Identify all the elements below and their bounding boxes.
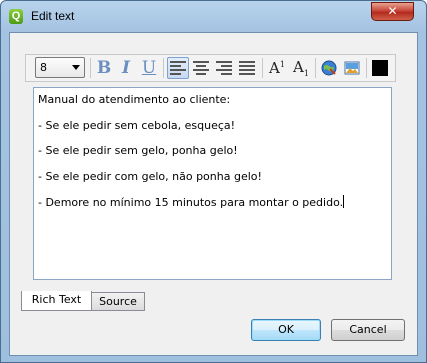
align-right-button[interactable] <box>213 57 235 79</box>
toolbar-separator <box>315 58 316 78</box>
insert-image-button[interactable] <box>341 57 363 79</box>
font-size-value: 8 <box>40 61 47 74</box>
insert-link-button[interactable] <box>318 57 340 79</box>
editor-line: Manual do atendimento ao cliente: <box>38 93 231 106</box>
bold-icon: B <box>96 58 112 78</box>
toolbar-separator <box>163 58 164 78</box>
italic-button[interactable]: I <box>115 57 137 79</box>
superscript-button[interactable]: A1 <box>266 57 288 79</box>
text-color-button[interactable] <box>369 57 391 79</box>
editor-line: - Se ele pedir sem cebola, esqueça! <box>38 119 236 132</box>
subscript-button[interactable]: A1 <box>290 57 312 79</box>
align-left-icon <box>170 61 186 75</box>
italic-icon: I <box>122 58 130 78</box>
text-caret <box>343 195 345 208</box>
image-icon <box>344 61 360 75</box>
toolbar-separator <box>366 58 367 78</box>
toolbar-separator <box>262 58 263 78</box>
justify-icon <box>239 61 255 75</box>
subscript-icon: A1 <box>293 58 309 78</box>
justify-button[interactable] <box>236 57 258 79</box>
app-logo-icon: Q <box>9 9 23 24</box>
title-bar[interactable]: Q Edit text ✕ <box>1 1 426 31</box>
close-icon: ✕ <box>387 4 398 18</box>
tab-rich-text[interactable]: Rich Text <box>21 291 92 311</box>
cancel-button[interactable]: Cancel <box>331 319 405 341</box>
globe-link-icon <box>321 60 337 76</box>
align-right-icon <box>216 61 232 75</box>
color-swatch <box>372 60 388 76</box>
close-button[interactable]: ✕ <box>371 2 414 21</box>
editor-line-with-caret: - Demore no mínimo 15 minutos para monta… <box>38 195 345 209</box>
window-title: Edit text <box>31 9 75 23</box>
superscript-icon: A1 <box>269 59 285 77</box>
font-size-select[interactable]: 8 <box>35 57 85 78</box>
toolbar-separator <box>90 58 91 78</box>
editor-line: - Se ele pedir com gelo, não ponha gelo! <box>38 170 262 183</box>
underline-icon: U <box>141 58 157 78</box>
rich-text-editor[interactable]: Manual do atendimento ao cliente: - Se e… <box>33 87 392 280</box>
ok-button[interactable]: OK <box>251 319 321 341</box>
chevron-down-icon <box>72 65 80 70</box>
align-center-icon <box>193 61 209 75</box>
editor-line-text: - Demore no mínimo 15 minutos para monta… <box>38 196 344 209</box>
tab-source[interactable]: Source <box>91 292 145 311</box>
align-left-button[interactable] <box>167 57 189 79</box>
bold-button[interactable]: B <box>93 57 115 79</box>
underline-button[interactable]: U <box>138 57 160 79</box>
editor-line: - Se ele pedir sem gelo, ponha gelo! <box>38 144 238 157</box>
align-center-button[interactable] <box>190 57 212 79</box>
